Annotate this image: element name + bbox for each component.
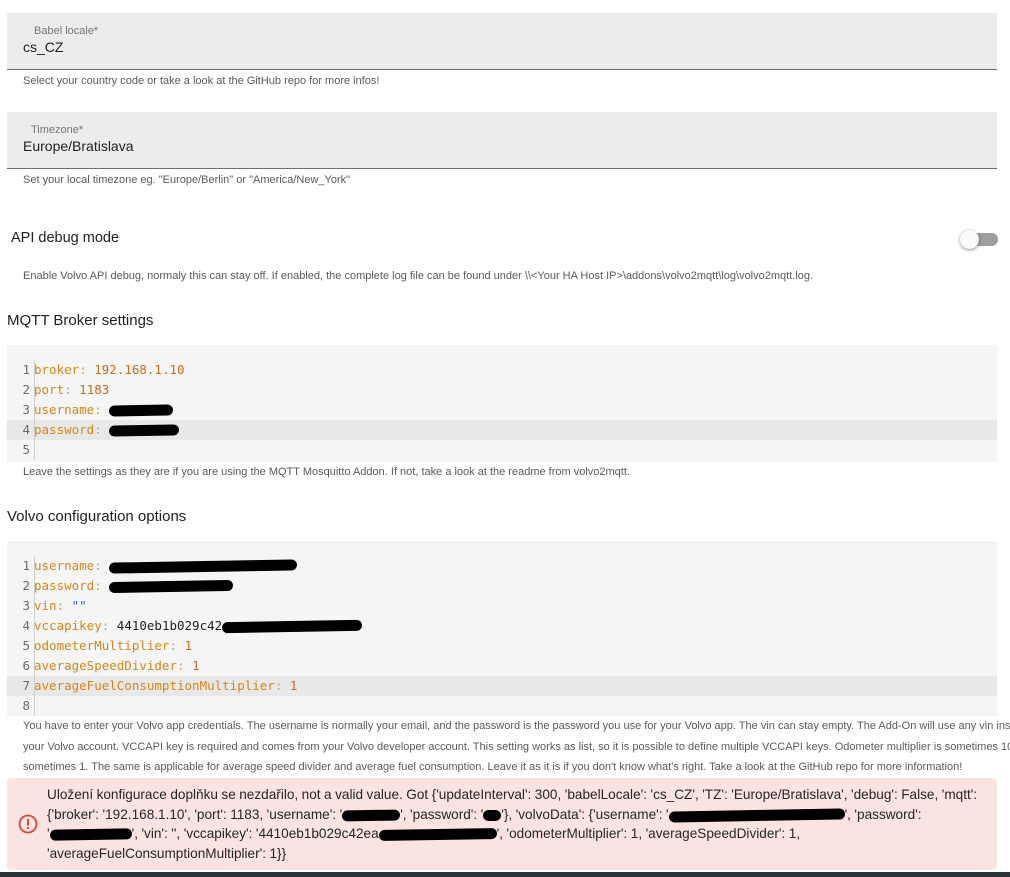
yaml-key: port (34, 382, 65, 397)
yaml-key: broker (34, 362, 80, 377)
code-line: 2 port: 1183 (7, 380, 997, 400)
error-message: Uložení konfigurace doplňku se nezdařilo… (47, 785, 992, 864)
yaml-key: averageFuelConsumptionMultiplier (34, 678, 275, 693)
code-line: 1 broker: 192.168.1.10 (7, 360, 997, 380)
line-number: 2 (7, 380, 35, 400)
api-debug-toggle[interactable] (960, 230, 998, 249)
code-line: 5 (7, 440, 997, 460)
timezone-helper: Set your local timezone eg. "Europe/Berl… (23, 174, 351, 186)
api-debug-helper: Enable Volvo API debug, normaly this can… (23, 270, 814, 282)
redaction-mark (109, 559, 298, 574)
error-line-3: ' ', 'vin': '', 'vccapikey': '4410eb1b029… (47, 826, 801, 842)
line-number: 2 (7, 576, 35, 596)
code-line: 2 password: (7, 576, 997, 596)
line-number: 1 (7, 360, 35, 380)
code-line: 6 averageSpeedDivider: 1 (7, 656, 997, 676)
timezone-field[interactable]: Timezone* Europe/Bratislava (7, 112, 997, 169)
babel-locale-field[interactable]: Babel locale* cs_CZ (7, 13, 997, 70)
volvo-helper-line-3: sometimes 1. The same is applicable for … (23, 761, 963, 773)
code-line-active: 7 averageFuelConsumptionMultiplier: 1 (7, 676, 997, 696)
yaml-key: username (34, 558, 95, 573)
line-number: 5 (7, 440, 35, 460)
line-number: 5 (7, 636, 35, 656)
line-number: 8 (7, 696, 35, 716)
yaml-key: password (34, 578, 95, 593)
yaml-key: password (34, 422, 95, 437)
yaml-value: 192.168.1.10 (94, 362, 185, 377)
window-bottom-bar (0, 872, 1010, 877)
yaml-key: odometerMultiplier (34, 638, 170, 653)
line-number: 3 (7, 596, 35, 616)
yaml-value: 1 (289, 678, 298, 693)
yaml-key: username (34, 402, 95, 417)
error-line-1: Uložení konfigurace doplňku se nezdařilo… (47, 787, 978, 802)
mqtt-section-title: MQTT Broker settings (7, 312, 154, 329)
line-number: 1 (7, 556, 35, 576)
mqtt-code-editor[interactable]: 1 broker: 192.168.1.10 2 port: 1183 3 us… (7, 345, 997, 462)
yaml-value: 1 (192, 658, 200, 673)
line-number: 4 (7, 420, 35, 440)
babel-locale-label: Babel locale* (34, 25, 99, 37)
error-line-2: {'broker': '192.168.1.10', 'port': 1183,… (47, 806, 922, 823)
code-line-active: 4 password: (7, 420, 997, 440)
redaction-mark (378, 828, 497, 842)
yaml-key: vccapikey (34, 618, 102, 633)
yaml-key: vin (34, 598, 57, 613)
redaction-mark (49, 828, 132, 842)
line-number: 7 (7, 676, 35, 696)
redaction-mark (109, 424, 180, 437)
redaction-mark (109, 404, 174, 417)
volvo-code-editor[interactable]: 1 username: 2 password: 3 vin: "" 4 vcca… (7, 541, 997, 716)
line-number: 4 (7, 616, 35, 636)
volvo-helper-line-2: your Volvo account. VCCAPI key is requir… (23, 741, 1010, 753)
code-line: 1 username: (7, 556, 997, 576)
timezone-label: Timezone* (31, 124, 84, 136)
error-alert: Uložení konfigurace doplňku se nezdařilo… (7, 778, 997, 870)
yaml-key: averageSpeedDivider (34, 658, 177, 673)
api-debug-label: API debug mode (11, 230, 120, 246)
code-line: 4 vccapikey: 4410eb1b029c42 (7, 616, 997, 636)
code-line: 5 odometerMultiplier: 1 (7, 636, 997, 656)
error-circle-icon (18, 814, 38, 834)
code-line: 8 (7, 696, 997, 716)
timezone-value[interactable]: Europe/Bratislava (23, 138, 134, 154)
code-line: 3 vin: "" (7, 596, 997, 616)
volvo-helper-line-1: You have to enter your Volvo app credent… (23, 720, 1010, 732)
toggle-thumb (960, 230, 979, 249)
yaml-value: 1 (184, 638, 193, 653)
babel-locale-helper: Select your country code or take a look … (23, 75, 380, 87)
redaction-mark (222, 619, 363, 634)
line-number: 3 (7, 400, 35, 420)
redaction-mark (668, 808, 845, 823)
mqtt-helper: Leave the settings as they are if you ar… (23, 466, 630, 478)
code-line: 3 username: (7, 400, 997, 420)
yaml-value: 1183 (79, 382, 110, 397)
redaction-mark (109, 579, 234, 594)
error-line-4: 'averageFuelConsumptionMultiplier': 1}} (47, 846, 287, 862)
redaction-mark (483, 809, 502, 821)
yaml-value: "" (71, 598, 87, 613)
babel-locale-value[interactable]: cs_CZ (23, 39, 63, 55)
redaction-mark (342, 809, 401, 822)
yaml-value: 4410eb1b029c42 (116, 618, 223, 633)
line-number: 6 (7, 656, 35, 676)
volvo-section-title: Volvo configuration options (7, 508, 187, 525)
